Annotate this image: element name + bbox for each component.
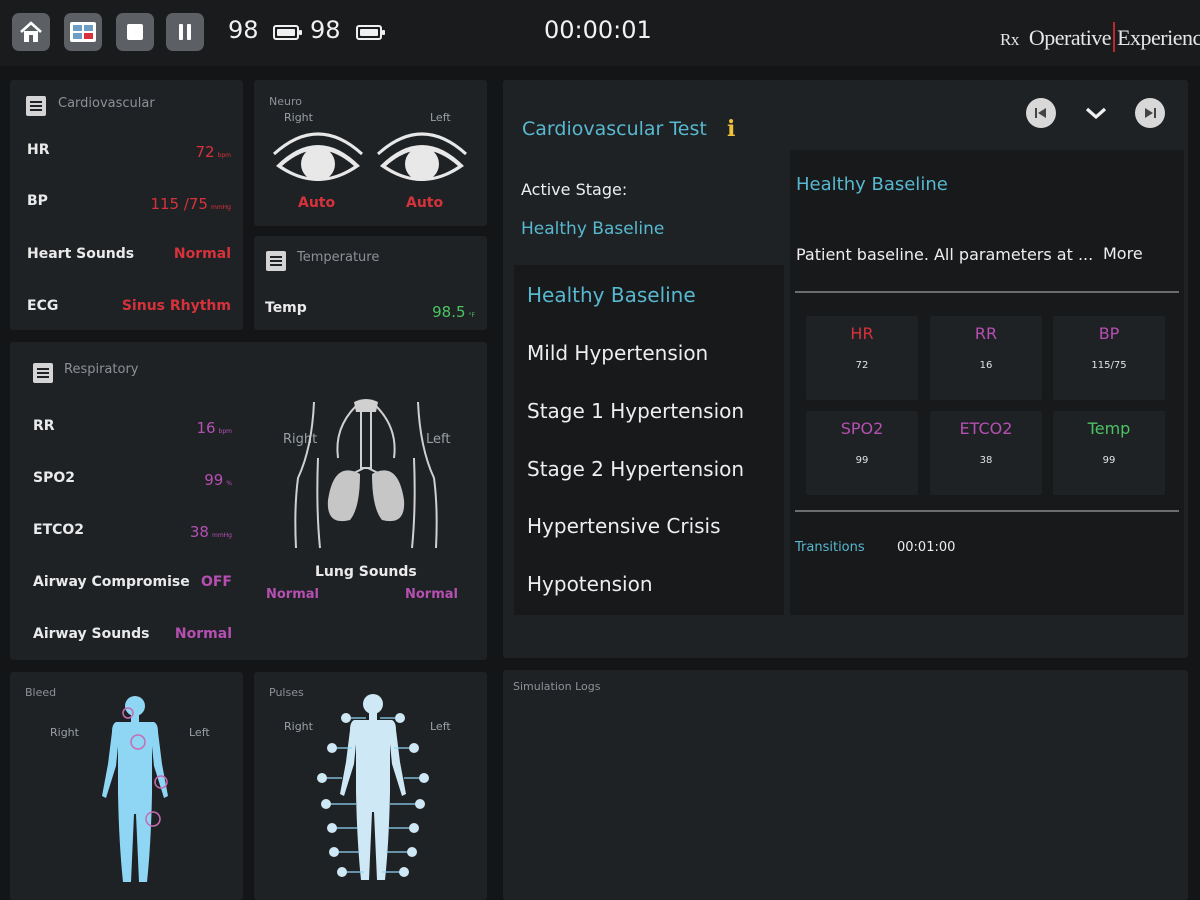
battery-icon	[356, 25, 385, 40]
panel-title: Cardiovascular	[58, 96, 155, 111]
right-eye-icon[interactable]	[272, 130, 364, 194]
spo2-label: SPO2	[33, 470, 75, 486]
lung-right-value[interactable]: Normal	[266, 587, 319, 602]
top-toolbar: 98 98 00:00:01 RxOperativeExperience	[0, 0, 1200, 66]
vital-card-bp[interactable]: BP 115/75	[1053, 316, 1165, 400]
chevron-down-icon	[1085, 107, 1107, 120]
transitions-value[interactable]: 00:01:00	[897, 540, 955, 555]
stage-item[interactable]: Stage 1 Hypertension	[527, 399, 744, 423]
body-figure-icon[interactable]	[98, 694, 172, 888]
heart-sounds-value[interactable]: Normal	[174, 246, 231, 262]
airway-sounds-value[interactable]: Normal	[175, 626, 232, 642]
info-icon[interactable]: i	[727, 116, 735, 142]
divider	[795, 510, 1179, 512]
temp-label: Temp	[265, 300, 307, 316]
pause-button[interactable]	[166, 13, 204, 51]
vital-card-spo2[interactable]: SPO2 99	[806, 411, 918, 495]
active-stage-label: Active Stage:	[521, 180, 628, 199]
rr-value[interactable]: 16 bpm	[196, 419, 232, 437]
stop-icon	[127, 24, 143, 40]
stage-item[interactable]: Stage 2 Hypertension	[527, 457, 744, 481]
left-label: Left	[189, 726, 210, 739]
ecg-value[interactable]: Sinus Rhythm	[122, 298, 231, 314]
hr-value[interactable]: 72 bpm	[195, 143, 231, 161]
stage-item[interactable]: Hypotension	[527, 572, 653, 596]
more-link[interactable]: More	[1103, 244, 1143, 263]
cardiovascular-panel: Cardiovascular HR 72 bpm BP 115 /75 mmHg H…	[10, 80, 243, 330]
bp-value[interactable]: 115 /75 mmHg	[150, 195, 231, 213]
battery-icon	[273, 25, 302, 40]
detail-description: Patient baseline. All parameters at ...	[796, 245, 1094, 264]
stage-item[interactable]: Hypertensive Crisis	[527, 514, 721, 538]
panel-title: Simulation Logs	[513, 680, 601, 693]
stage-list: Healthy Baseline Mild Hypertension Stage…	[514, 265, 784, 615]
spo2-value[interactable]: 99%	[204, 471, 232, 489]
hr-label: HR	[27, 142, 50, 158]
detail-title: Healthy Baseline	[796, 174, 948, 195]
panel-title: Bleed	[25, 686, 57, 699]
panel-title: Neuro	[269, 95, 302, 108]
stop-button[interactable]	[116, 13, 154, 51]
bp-label: BP	[27, 193, 48, 209]
simulation-timer: 00:00:01	[544, 16, 652, 44]
skip-forward-icon	[1145, 108, 1156, 118]
previous-stage-button[interactable]	[1026, 98, 1056, 128]
bleed-panel: Bleed Right Left	[10, 672, 243, 900]
etco2-value[interactable]: 38 mmHg	[190, 523, 232, 541]
airway-sounds-label: Airway Sounds	[33, 626, 150, 642]
right-label: Right	[50, 726, 79, 739]
etco2-label: ETCO2	[33, 522, 85, 538]
scenario-title: Cardiovascular Test	[522, 118, 707, 140]
temp-value[interactable]: 98.5 °F	[432, 303, 475, 321]
vital-card-etco2[interactable]: ETCO2 38	[930, 411, 1042, 495]
stage-detail-panel: Healthy Baseline Patient baseline. All p…	[790, 150, 1184, 615]
panel-title: Pulses	[269, 686, 304, 699]
vital-card-rr[interactable]: RR 16	[930, 316, 1042, 400]
lungs-icon[interactable]	[294, 398, 440, 550]
ecg-label: ECG	[27, 298, 59, 314]
respiratory-panel: Respiratory RR 16 bpm SPO2 99% ETCO2 38 mm…	[10, 342, 487, 660]
home-icon	[20, 21, 42, 42]
battery-2-level: 98	[310, 16, 341, 44]
left-eye-icon[interactable]	[376, 130, 468, 194]
pulses-panel: Pulses Right Left	[254, 672, 487, 900]
lung-left-value[interactable]: Normal	[405, 587, 458, 602]
lung-sounds-title: Lung Sounds	[315, 564, 417, 580]
active-stage-value: Healthy Baseline	[521, 219, 665, 239]
airway-compromise-label: Airway Compromise	[33, 574, 190, 590]
rr-label: RR	[33, 418, 55, 434]
stage-item[interactable]: Mild Hypertension	[527, 341, 708, 365]
airway-compromise-value[interactable]: OFF	[201, 574, 232, 590]
left-pupil-value[interactable]: Auto	[406, 195, 443, 211]
transitions-label: Transitions	[795, 540, 865, 555]
panel-title: Temperature	[297, 250, 380, 265]
stage-item[interactable]: Healthy Baseline	[527, 283, 696, 307]
pause-icon	[179, 24, 191, 40]
vital-card-hr[interactable]: HR 72	[806, 316, 918, 400]
right-label: Right	[284, 111, 313, 124]
vital-card-temp[interactable]: Temp 99	[1053, 411, 1165, 495]
home-button[interactable]	[12, 13, 50, 51]
menu-icon[interactable]	[266, 251, 286, 271]
left-label: Left	[430, 111, 451, 124]
temperature-panel: Temperature Temp 98.5 °F	[254, 236, 487, 330]
battery-1-level: 98	[228, 16, 259, 44]
skip-back-icon	[1035, 108, 1046, 118]
pulse-points-figure-icon[interactable]	[308, 692, 438, 892]
menu-icon[interactable]	[26, 96, 46, 116]
menu-icon[interactable]	[33, 363, 53, 383]
brand-logo: RxOperativeExperience	[1000, 22, 1200, 52]
collapse-button[interactable]	[1081, 98, 1111, 128]
divider	[795, 291, 1179, 293]
next-stage-button[interactable]	[1135, 98, 1165, 128]
panel-title: Respiratory	[64, 362, 139, 377]
right-pupil-value[interactable]: Auto	[298, 195, 335, 211]
neuro-panel: Neuro Right Left Auto Auto	[254, 80, 487, 226]
layout-button[interactable]	[64, 13, 102, 51]
heart-sounds-label: Heart Sounds	[27, 246, 135, 262]
simulation-logs-panel: Simulation Logs	[503, 670, 1188, 900]
layout-icon	[70, 22, 96, 42]
